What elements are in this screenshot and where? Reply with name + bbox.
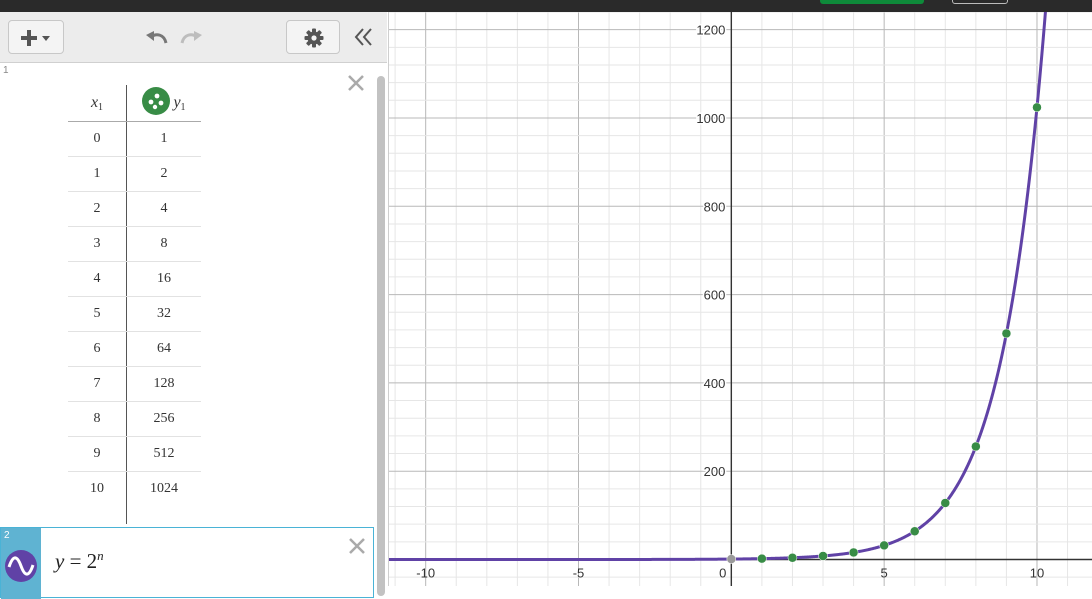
table-row: 12 [68,156,201,192]
expression-panel: 1 x1 y1 0 1 1 2 2 4 3 8 4 16 5 32 6 64 7… [0,12,389,599]
column-header-y[interactable]: y1 [126,85,201,122]
curve-style-icon[interactable] [5,550,37,582]
x-tick-label: 5 [881,566,888,581]
x-tick-label: 10 [1030,566,1044,581]
y-tick-label: 600 [704,288,726,303]
gear-icon [304,28,324,48]
table-cell-y[interactable]: 128 [126,366,201,402]
expression-tab[interactable]: 2 [1,528,41,599]
data-point [1001,328,1012,339]
table-row: 9 512 [68,436,201,472]
formula-text[interactable]: y = 2n [55,548,104,574]
undo-icon[interactable] [144,28,170,46]
data-point [818,551,828,561]
table-cell-x[interactable]: 4 [68,261,127,297]
table-row: 6 64 [68,331,201,367]
empty-row[interactable] [68,506,201,524]
expression-toolbar [0,12,387,63]
point-style-icon[interactable] [142,86,171,120]
table-cell-y[interactable]: 512 [126,436,201,472]
x-tick-label: 0 [719,566,726,581]
double-chevron-left-icon[interactable] [352,25,376,49]
y-tick-label: 200 [704,464,726,479]
table-cell-y[interactable]: 256 [126,401,201,437]
table-cell-y[interactable]: 32 [126,296,201,332]
data-point [757,553,767,564]
data-table: x1 y1 0 1 1 2 2 4 3 8 4 16 5 32 6 64 7 1… [68,85,201,524]
table-cell-x[interactable]: 9 [68,436,127,472]
table-row: 01 [68,121,201,157]
table-cell-y[interactable]: 16 [126,261,201,297]
table-cell-y[interactable]: 8 [126,226,201,262]
y-tick-label: 1200 [696,23,725,38]
table-cell-y[interactable]: 1024 [127,472,202,507]
table-row: 10 1024 [68,471,202,507]
data-point [1032,102,1042,113]
table-cell-x[interactable]: 6 [68,331,127,367]
y-tick-label: 1000 [696,111,725,126]
table-cell-x[interactable]: 5 [68,296,127,332]
data-point [940,498,951,508]
table-cell-y[interactable]: 2 [126,156,201,192]
expression-number: 1 [3,65,9,76]
table-cell-x[interactable]: 1 [68,156,127,192]
table-cell-y[interactable]: 1 [126,121,201,157]
x-tick-label: -10 [416,566,435,581]
table-expression[interactable]: 1 x1 y1 0 1 1 2 2 4 3 8 4 16 5 32 6 64 7… [0,63,374,527]
table-cell-x[interactable]: 10 [68,471,127,506]
data-point [971,441,981,452]
table-cell-x[interactable]: 8 [68,401,127,437]
close-icon[interactable] [346,73,366,93]
data-point [848,547,859,558]
data-point [787,552,798,563]
table-cell-y[interactable]: 64 [126,331,201,367]
table-row: 4 16 [68,261,201,297]
data-point [909,526,920,536]
caret-down-icon [42,36,50,41]
expression-number: 2 [4,530,10,541]
table-cell-x[interactable]: 3 [68,226,127,262]
table-row: 7 128 [68,366,201,402]
plus-icon [21,30,50,46]
data-point [879,540,889,551]
redo-icon[interactable] [178,28,204,46]
table-cell-x[interactable]: 0 [68,121,127,157]
sign-in-button[interactable] [952,0,1008,4]
table-cell-y[interactable]: 4 [126,191,201,227]
graph-canvas[interactable]: -10 -5 0 5 10 200 400 600 800 1000 1200 [389,12,1092,586]
y-tick-label: 400 [704,376,726,391]
close-icon[interactable] [347,536,367,556]
scrollbar[interactable] [377,76,385,596]
share-button[interactable] [820,0,924,4]
top-bar [0,0,1092,12]
data-point [726,554,737,564]
table-row: 38 [68,226,201,262]
table-row: 5 32 [68,296,201,332]
table-row: 8 256 [68,401,201,437]
function-expression[interactable]: 2 y = 2n [0,527,374,599]
x-tick-label: -5 [573,566,585,581]
settings-button[interactable] [286,20,340,54]
table-cell-x[interactable]: 7 [68,366,127,402]
column-header-x[interactable]: x1 [68,85,127,122]
add-item-button[interactable] [8,20,64,54]
table-cell-x[interactable]: 2 [68,191,127,227]
y-tick-label: 800 [704,199,726,214]
table-row: 24 [68,191,201,227]
